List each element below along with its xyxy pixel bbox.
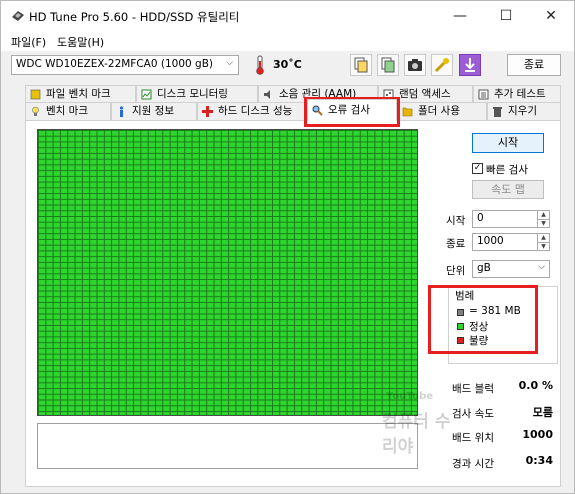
bad-blocks-label: 배드 블럭 (452, 383, 494, 395)
position-label: 배드 위치 (452, 432, 494, 444)
tab-label: 파일 벤치 마크 (46, 88, 111, 100)
quick-scan-checkbox[interactable]: ✓ (472, 163, 483, 174)
tab-folder-usage[interactable]: 폴더 사용 (397, 102, 487, 120)
quick-scan-label: 빠른 검사 (486, 164, 528, 176)
tab-label: 벤치 마크 (46, 105, 88, 117)
tab-label: 폴더 사용 (418, 105, 460, 117)
copy-info-button[interactable] (377, 54, 399, 76)
tab-file-benchmark[interactable]: 파일 벤치 마크 (25, 85, 136, 103)
start-position-label: 시작 (446, 215, 466, 227)
spin-down-icon[interactable]: ▼ (537, 219, 549, 227)
tab-label: 추가 테스트 (494, 88, 546, 100)
scan-speed-label: 검사 속도 (452, 408, 494, 420)
title-bar: HD Tune Pro 5.60 - HDD/SSD 유틸리티 — ☐ ✕ (1, 1, 574, 31)
scan-stats: 배드 블럭 0.0 % 검사 속도 모름 배드 위치 1000 경과 시간 0:… (446, 363, 557, 471)
copy-icon (354, 57, 368, 73)
tab-label: 오류 검사 (328, 104, 370, 116)
end-position-value: 1000 (477, 235, 504, 247)
scan-log-box[interactable] (37, 423, 418, 469)
maximize-button[interactable]: ☐ (483, 1, 529, 31)
start-position-input[interactable]: 0 ▲ ▼ (472, 210, 550, 228)
elapsed-label: 경과 시간 (452, 458, 494, 470)
exit-button[interactable]: 종료 (507, 54, 561, 76)
menu-file[interactable]: 파일(F) (11, 34, 46, 50)
clipboard-icon (381, 57, 395, 73)
minimize-button[interactable]: — (437, 1, 483, 31)
wrench-icon (434, 58, 449, 73)
tab-row-top: 파일 벤치 마크 디스크 모니터링 소음 관리 (AAM) 랜덤 액세스 추가 … (25, 85, 561, 103)
app-window: HD Tune Pro 5.60 - HDD/SSD 유틸리티 — ☐ ✕ 파일… (0, 0, 575, 494)
lightbulb-icon (32, 106, 39, 116)
close-button[interactable]: ✕ (528, 1, 574, 31)
temperature-readout: 30˚C (273, 58, 302, 71)
tab-erase[interactable]: 지우기 (487, 102, 561, 120)
window-title: HD Tune Pro 5.60 - HDD/SSD 유틸리티 (29, 10, 240, 24)
tab-label: 하드 디스크 성능 (218, 105, 293, 117)
end-position-label: 종료 (446, 238, 466, 250)
tab-label: 랜덤 액세스 (399, 88, 451, 100)
copy-text-button[interactable] (350, 54, 372, 76)
tab-health[interactable]: 하드 디스크 성능 (197, 102, 307, 120)
save-button[interactable] (459, 54, 481, 76)
options-button[interactable] (431, 54, 453, 76)
health-cross-icon (202, 106, 213, 117)
position-value: 1000 (522, 428, 553, 441)
app-logo-icon (12, 11, 24, 21)
drive-select[interactable]: WDC WD10EZEX-22MFCA0 (1000 gB) ⌵ (11, 55, 239, 75)
folder-icon (402, 107, 413, 117)
elapsed-value: 0:34 (525, 454, 553, 467)
speaker-icon (264, 90, 270, 99)
tab-label: 디스크 모니터링 (157, 88, 228, 100)
disk-monitor-icon (141, 89, 152, 100)
screenshot-button[interactable] (404, 54, 426, 76)
block-map-grid (37, 129, 418, 416)
tab-label: 지원 정보 (132, 105, 174, 117)
download-arrow-icon (465, 58, 475, 72)
trash-icon (493, 107, 502, 117)
spin-up-icon[interactable]: ▲ (537, 211, 549, 219)
start-button[interactable]: 시작 (472, 133, 544, 153)
thermometer-icon (256, 55, 264, 75)
end-position-input[interactable]: 1000 ▲ ▼ (472, 233, 550, 251)
tab-disk-monitor[interactable]: 디스크 모니터링 (136, 85, 258, 103)
chevron-down-icon: ⌵ (226, 58, 233, 68)
toolbar: WDC WD10EZEX-22MFCA0 (1000 gB) ⌵ 30˚C 종료 (1, 51, 574, 79)
tab-benchmark[interactable]: 벤치 마크 (25, 102, 111, 120)
tab-extra-tests[interactable]: 추가 테스트 (473, 85, 561, 103)
drive-select-value: WDC WD10EZEX-22MFCA0 (1000 gB) (16, 58, 213, 70)
unit-label: 단위 (446, 265, 466, 277)
unit-select[interactable]: gB ⌵ (472, 260, 550, 278)
magnifier-icon (312, 105, 323, 116)
tab-label: 지우기 (508, 105, 537, 117)
camera-icon (408, 59, 422, 71)
menu-bar: 파일(F) 도움말(H) (1, 31, 574, 51)
info-icon (119, 106, 124, 117)
scan-speed-value: 모름 (532, 406, 553, 419)
start-position-value: 0 (477, 212, 484, 224)
tab-row-bottom: 벤치 마크 지원 정보 하드 디스크 성능 오류 검사 폴더 사용 지우기 (25, 99, 561, 121)
highlight-legend (428, 285, 538, 354)
chevron-down-icon: ⌵ (538, 262, 545, 272)
speed-map-button[interactable]: 속도 맵 (472, 180, 544, 199)
spin-up-icon[interactable]: ▲ (537, 234, 549, 242)
bad-blocks-value: 0.0 % (518, 379, 553, 392)
spin-down-icon[interactable]: ▼ (537, 242, 549, 250)
extra-tests-icon (478, 89, 489, 100)
file-benchmark-icon (30, 89, 41, 100)
menu-help[interactable]: 도움말(H) (57, 34, 104, 50)
tab-support-info[interactable]: 지원 정보 (111, 102, 197, 120)
tab-error-scan[interactable]: 오류 검사 (307, 99, 397, 121)
unit-select-value: gB (477, 262, 491, 274)
